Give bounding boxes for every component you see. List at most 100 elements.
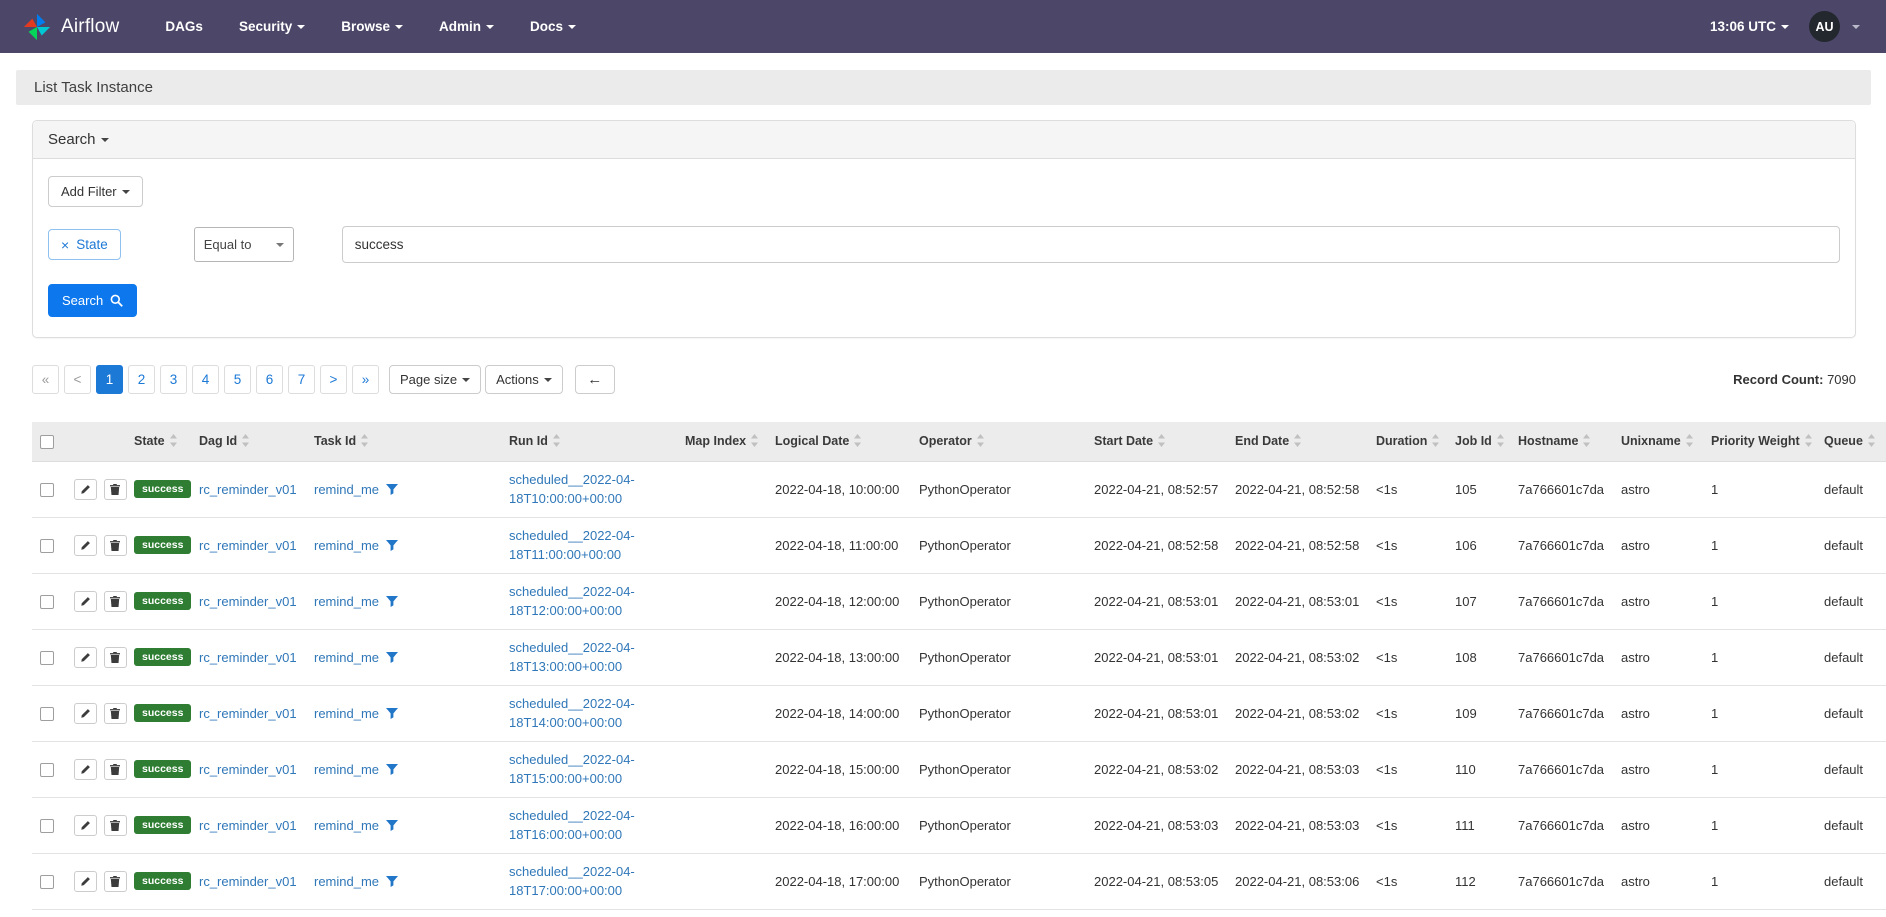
page-button[interactable]: 3 <box>160 365 187 394</box>
row-checkbox[interactable] <box>40 819 54 833</box>
edit-button[interactable] <box>74 871 97 892</box>
dag-id-link[interactable]: rc_reminder_v01 <box>199 482 297 497</box>
filter-funnel-icon[interactable] <box>386 540 398 551</box>
column-header[interactable]: End Date <box>1227 422 1368 461</box>
nav-item[interactable]: Docs <box>530 19 576 34</box>
page-button[interactable]: 4 <box>192 365 219 394</box>
run-id-link[interactable]: scheduled__2022-04-18T11:00:00+00:00 <box>509 528 635 563</box>
nav-item[interactable]: DAGs <box>165 19 203 34</box>
filter-funnel-icon[interactable] <box>386 596 398 607</box>
page-button[interactable]: 6 <box>256 365 283 394</box>
column-header[interactable]: Priority Weight <box>1703 422 1816 461</box>
edit-button[interactable] <box>74 815 97 836</box>
row-checkbox[interactable] <box>40 483 54 497</box>
delete-button[interactable] <box>104 535 127 556</box>
row-checkbox[interactable] <box>40 875 54 889</box>
edit-button[interactable] <box>74 535 97 556</box>
edit-button[interactable] <box>74 591 97 612</box>
page-button[interactable]: » <box>352 365 379 394</box>
row-checkbox[interactable] <box>40 651 54 665</box>
dag-id-link[interactable]: rc_reminder_v01 <box>199 538 297 553</box>
dag-id-link[interactable]: rc_reminder_v01 <box>199 706 297 721</box>
task-id-link[interactable]: remind_me <box>314 874 379 889</box>
clock-dropdown[interactable]: 13:06 UTC <box>1710 19 1789 34</box>
column-header[interactable]: Start Date <box>1086 422 1227 461</box>
row-checkbox[interactable] <box>40 707 54 721</box>
nav-item[interactable]: Browse <box>341 19 403 34</box>
edit-button[interactable] <box>74 479 97 500</box>
page-button[interactable]: 7 <box>288 365 315 394</box>
page-button[interactable]: 5 <box>224 365 251 394</box>
search-button[interactable]: Search <box>48 284 137 317</box>
run-id-link[interactable]: scheduled__2022-04-18T14:00:00+00:00 <box>509 696 635 731</box>
actions-button[interactable]: Actions <box>485 365 563 394</box>
column-header[interactable]: Map Index <box>677 422 767 461</box>
dag-id-link[interactable]: rc_reminder_v01 <box>199 874 297 889</box>
column-header[interactable]: Hostname <box>1510 422 1613 461</box>
run-id-link[interactable]: scheduled__2022-04-18T16:00:00+00:00 <box>509 808 635 843</box>
filter-funnel-icon[interactable] <box>386 876 398 887</box>
filter-operator-select[interactable]: Equal to <box>194 227 294 262</box>
run-id-link[interactable]: scheduled__2022-04-18T15:00:00+00:00 <box>509 752 635 787</box>
filter-funnel-icon[interactable] <box>386 708 398 719</box>
delete-button[interactable] <box>104 647 127 668</box>
row-checkbox[interactable] <box>40 595 54 609</box>
column-header[interactable]: State <box>126 422 191 461</box>
page-button[interactable]: « <box>32 365 59 394</box>
page-button[interactable]: < <box>64 365 91 394</box>
dag-id-link[interactable]: rc_reminder_v01 <box>199 818 297 833</box>
task-id-link[interactable]: remind_me <box>314 706 379 721</box>
page-button[interactable]: 2 <box>128 365 155 394</box>
nav-item[interactable]: Admin <box>439 19 494 34</box>
column-header[interactable]: Task Id <box>306 422 501 461</box>
column-header[interactable]: Logical Date <box>767 422 911 461</box>
filter-funnel-icon[interactable] <box>386 652 398 663</box>
row-checkbox[interactable] <box>40 539 54 553</box>
dag-id-link[interactable]: rc_reminder_v01 <box>199 762 297 777</box>
select-all-checkbox[interactable] <box>40 435 54 449</box>
delete-button[interactable] <box>104 479 127 500</box>
delete-button[interactable] <box>104 871 127 892</box>
page-size-button[interactable]: Page size <box>389 365 481 394</box>
column-header[interactable]: Queue <box>1816 422 1886 461</box>
edit-button[interactable] <box>74 703 97 724</box>
run-id-link[interactable]: scheduled__2022-04-18T10:00:00+00:00 <box>509 472 635 507</box>
task-id-link[interactable]: remind_me <box>314 594 379 609</box>
task-id-link[interactable]: remind_me <box>314 650 379 665</box>
dag-id-link[interactable]: rc_reminder_v01 <box>199 594 297 609</box>
back-button[interactable]: ← <box>575 365 615 394</box>
search-panel-toggle[interactable]: Search <box>33 121 1855 159</box>
delete-button[interactable] <box>104 815 127 836</box>
column-header[interactable]: Run Id <box>501 422 677 461</box>
run-id-link[interactable]: scheduled__2022-04-18T12:00:00+00:00 <box>509 584 635 619</box>
edit-button[interactable] <box>74 647 97 668</box>
user-menu[interactable]: AU <box>1809 11 1860 42</box>
task-id-link[interactable]: remind_me <box>314 482 379 497</box>
brand[interactable]: Airflow <box>22 12 119 42</box>
remove-state-filter-button[interactable]: × State <box>48 229 121 260</box>
page-button[interactable]: 1 <box>96 365 123 394</box>
delete-button[interactable] <box>104 703 127 724</box>
run-id-link[interactable]: scheduled__2022-04-18T13:00:00+00:00 <box>509 640 635 675</box>
column-header[interactable]: Operator <box>911 422 1086 461</box>
column-header[interactable]: Unixname <box>1613 422 1703 461</box>
row-checkbox[interactable] <box>40 763 54 777</box>
nav-item[interactable]: Security <box>239 19 305 34</box>
column-header[interactable]: Dag Id <box>191 422 306 461</box>
filter-funnel-icon[interactable] <box>386 764 398 775</box>
run-id-link[interactable]: scheduled__2022-04-18T17:00:00+00:00 <box>509 864 635 899</box>
dag-id-link[interactable]: rc_reminder_v01 <box>199 650 297 665</box>
task-id-link[interactable]: remind_me <box>314 538 379 553</box>
delete-button[interactable] <box>104 591 127 612</box>
page-button[interactable]: > <box>320 365 347 394</box>
filter-value-input[interactable] <box>342 226 1840 263</box>
add-filter-button[interactable]: Add Filter <box>48 176 143 207</box>
task-id-link[interactable]: remind_me <box>314 818 379 833</box>
column-header[interactable]: Duration <box>1368 422 1447 461</box>
column-header[interactable]: Job Id <box>1447 422 1510 461</box>
filter-funnel-icon[interactable] <box>386 484 398 495</box>
task-id-link[interactable]: remind_me <box>314 762 379 777</box>
edit-button[interactable] <box>74 759 97 780</box>
delete-button[interactable] <box>104 759 127 780</box>
filter-funnel-icon[interactable] <box>386 820 398 831</box>
